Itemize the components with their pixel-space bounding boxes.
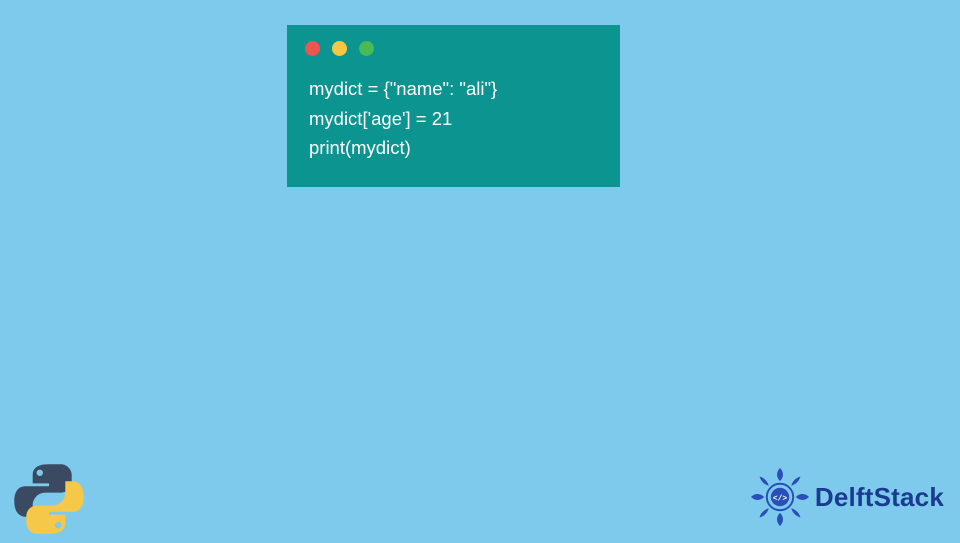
delftstack-logo-icon: </> bbox=[747, 464, 813, 530]
code-body: mydict = {"name": "ali"} mydict['age'] =… bbox=[287, 64, 620, 169]
close-dot-icon bbox=[305, 41, 320, 56]
code-line: print(mydict) bbox=[309, 133, 598, 163]
maximize-dot-icon bbox=[359, 41, 374, 56]
minimize-dot-icon bbox=[332, 41, 347, 56]
python-logo-icon bbox=[10, 460, 88, 538]
brand-badge: </> DelftStack bbox=[747, 464, 944, 530]
code-line: mydict['age'] = 21 bbox=[309, 104, 598, 134]
code-line: mydict = {"name": "ali"} bbox=[309, 74, 598, 104]
svg-text:</>: </> bbox=[773, 494, 787, 503]
window-titlebar bbox=[287, 25, 620, 64]
brand-name: DelftStack bbox=[815, 482, 944, 513]
code-window: mydict = {"name": "ali"} mydict['age'] =… bbox=[287, 25, 620, 187]
